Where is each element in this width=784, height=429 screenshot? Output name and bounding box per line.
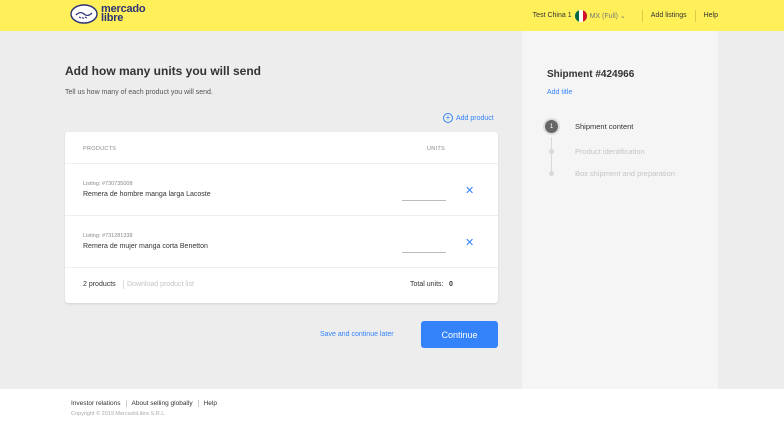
page-title: Add how many units you will send [65,64,262,78]
table-row: Listing: #731281338 Remera de mujer mang… [65,216,498,268]
steps-connector [551,137,552,173]
divider [197,400,199,407]
top-bar: mercado libre Test China 1 MX (Full) ⌄ A… [0,0,784,31]
about-selling-globally-link[interactable]: About selling globally [132,400,193,407]
download-product-list-link[interactable]: Download product list [127,281,194,288]
add-listings-link[interactable]: Add listings [651,12,687,19]
column-header-units: UNITS [427,146,445,152]
step-product-identification: Product identification [575,147,645,156]
handshake-logo-icon [70,4,98,24]
account-name[interactable]: Test China 1 [533,12,572,19]
column-header-products: PRODUCTS [83,146,117,152]
step-shipment-content: Shipment content [575,122,634,131]
step-dot [549,149,554,154]
listing-id: Listing: #730735008 [83,181,133,187]
table-header: PRODUCTS UNITS [65,132,498,164]
page-subtitle: Tell us how many of each product you wil… [65,89,213,96]
units-input[interactable] [402,190,446,201]
products-table: PRODUCTS UNITS Listing: #730735008 Remer… [65,132,498,303]
add-product-label: Add product [456,114,494,122]
help-link[interactable]: Help [704,12,718,19]
add-product-button[interactable]: + Add product [443,113,494,123]
step-number-badge: 1 [545,120,558,133]
product-name: Remera de mujer manga corta Benetton [83,243,208,250]
account-nav: Test China 1 MX (Full) ⌄ Add listings He… [533,0,718,31]
mercadolibre-logo[interactable]: mercado libre [70,3,146,24]
listing-id: Listing: #731281338 [83,233,133,239]
shipment-sidebar: Shipment #424966 Add title 1 Shipment co… [522,31,718,389]
footer-links: Investor relations About selling globall… [71,400,217,407]
close-icon[interactable]: ✕ [465,236,474,249]
table-footer: 2 products Download product list Total u… [65,268,498,302]
product-name: Remera de hombre manga larga Lacoste [83,191,211,198]
units-input[interactable] [402,242,446,253]
plus-circle-icon: + [443,113,453,123]
investor-relations-link[interactable]: Investor relations [71,400,121,407]
divider [641,9,643,22]
copyright-text: Copyright © 2019 MercadoLibre S.R.L. [71,411,166,417]
step-dot [549,171,554,176]
step-box-shipment: Box shipment and preparation [575,169,676,178]
divider [125,400,127,407]
page-footer: Investor relations About selling globall… [0,389,784,429]
close-icon[interactable]: ✕ [465,184,474,197]
shipment-title: Shipment #424966 [547,69,635,80]
table-row: Listing: #730735008 Remera de hombre man… [65,164,498,216]
add-title-link[interactable]: Add title [547,89,572,96]
logo-text: mercado libre [101,3,146,24]
mexico-flag-icon [574,9,587,22]
footer-help-link[interactable]: Help [204,400,217,407]
total-units-label: Total units: [410,281,444,288]
divider [694,9,696,22]
product-count: 2 products [83,281,116,288]
continue-button[interactable]: Continue [421,321,498,348]
divider [123,280,124,289]
account-country-dropdown[interactable]: MX (Full) ⌄ [590,12,626,20]
total-units-value: 0 [449,281,453,288]
save-and-continue-later-link[interactable]: Save and continue later [320,331,394,338]
